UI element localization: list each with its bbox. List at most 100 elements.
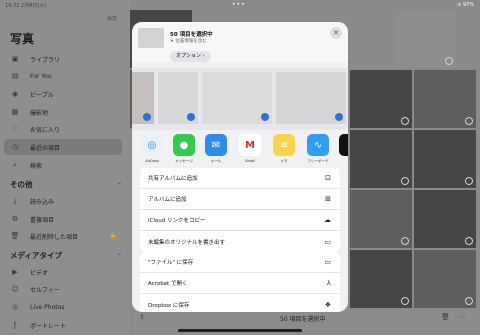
close-button[interactable]: ✕ xyxy=(330,27,342,39)
sidebar-item-imports[interactable]: ⤓ 読み込み xyxy=(4,193,122,209)
sidebar-item-library[interactable]: ▣ ライブラリ xyxy=(4,51,122,67)
action-add-shared-album[interactable]: 共有アルバムに追加 ⊡ xyxy=(140,168,340,189)
shared-album-icon: ⊡ xyxy=(325,174,331,182)
places-icon: ▦ xyxy=(11,108,19,116)
sidebar-item-live-photos[interactable]: ◎ Live Photos xyxy=(4,299,122,315)
action-copy-icloud-link[interactable]: iCloud リンクをコピー ☁ xyxy=(140,210,340,231)
home-indicator xyxy=(178,329,302,332)
gmail-icon: M xyxy=(239,134,261,156)
selection-check-icon xyxy=(465,177,473,185)
selection-check-icon xyxy=(465,297,473,305)
check-icon xyxy=(261,113,269,121)
share-icon[interactable]: ⇪ xyxy=(139,313,145,321)
share-sheet-subtitle: ➤ 位置情報を含む xyxy=(170,39,207,44)
notes-icon: ≡ xyxy=(273,134,295,156)
status-time: 14:32 2月8日(火) xyxy=(5,3,47,9)
trash-icon: 🗑 xyxy=(10,232,20,240)
acrobat-icon: ⅄ xyxy=(326,279,331,287)
live-photo-icon: ◎ xyxy=(11,303,19,311)
check-icon xyxy=(143,113,151,121)
share-app-partial[interactable]: ▮ N xyxy=(336,134,348,163)
selfie-icon: ☺ xyxy=(11,285,19,293)
for-you-icon: ▤ xyxy=(11,72,19,80)
action-add-album[interactable]: アルバムに追加 ⊞ xyxy=(140,189,340,210)
selection-check-icon xyxy=(401,297,409,305)
sidebar-item-recently-deleted[interactable]: 🗑 最近削除した項目 🔒 xyxy=(4,228,122,244)
share-sheet: 50 項目を選択中 ➤ 位置情報を含む オプション › ✕ ◎ AirDrop … xyxy=(132,22,348,312)
share-app-messages[interactable]: ● メッセージ xyxy=(170,134,198,164)
sidebar-item-recents[interactable]: ◷ 最近の項目 xyxy=(4,139,122,155)
dropbox-icon: ❖ xyxy=(324,300,331,309)
preview-photo xyxy=(132,72,154,124)
trash-icon[interactable]: 🗑 xyxy=(441,313,450,321)
video-icon: ▶ xyxy=(12,268,18,276)
sidebar-item-duplicates[interactable]: ⧉ 重複項目 xyxy=(4,211,122,227)
action-group-2: "ファイル" に保存 ▭ Acrobat で開く ⅄ Dropbox に保存 ❖ xyxy=(140,252,340,312)
action-group-1: 共有アルバムに追加 ⊡ アルバムに追加 ⊞ iCloud リンクをコピー ☁ 未… xyxy=(140,168,340,252)
location-icon: ➤ xyxy=(170,39,174,44)
options-button[interactable]: オプション › xyxy=(170,51,211,62)
preview-photo xyxy=(276,72,346,124)
section-media-types[interactable]: メディアタイプ ⌄ xyxy=(10,250,122,261)
sidebar-item-people[interactable]: ◉ ピープル xyxy=(4,86,122,102)
messages-icon: ● xyxy=(173,134,195,156)
photo-thumbnail[interactable] xyxy=(414,130,476,188)
sidebar-item-selfies[interactable]: ☺ セルフィー xyxy=(4,281,122,297)
selection-check-icon xyxy=(401,177,409,185)
selection-count: 50 項目を選択中 xyxy=(280,316,326,323)
photo-thumbnail[interactable] xyxy=(414,70,476,128)
files-folder-icon: ▭ xyxy=(324,258,331,266)
wifi-icon: ≋ xyxy=(457,2,462,8)
share-app-mail[interactable]: ✉ メール xyxy=(202,134,230,164)
share-app-notes[interactable]: ≡ メモ xyxy=(270,134,298,164)
photo-thumbnail[interactable] xyxy=(414,190,476,248)
people-icon: ◉ xyxy=(11,90,19,98)
search-icon: ⌕ xyxy=(13,160,17,169)
multitasking-dots-icon[interactable]: ••• xyxy=(232,1,246,8)
airdrop-icon: ◎ xyxy=(141,134,163,156)
photo-thumbnail[interactable] xyxy=(350,250,412,308)
sidebar-item-favorites[interactable]: ♡ お気に入り xyxy=(4,121,122,137)
mail-icon: ✉ xyxy=(205,134,227,156)
portrait-icon: ƒ xyxy=(13,321,17,329)
share-app-gmail[interactable]: M Gmail xyxy=(236,134,264,163)
action-save-to-dropbox[interactable]: Dropbox に保存 ❖ xyxy=(140,294,340,312)
icloud-link-icon: ☁ xyxy=(324,216,331,224)
selection-check-icon xyxy=(401,237,409,245)
freeform-icon: ∿ xyxy=(307,134,329,156)
sidebar-item-places[interactable]: ▦ 撮影地 xyxy=(4,104,122,120)
share-app-freeform[interactable]: ∿ フリーボード xyxy=(304,134,332,164)
action-open-in-acrobat[interactable]: Acrobat で開く ⅄ xyxy=(140,273,340,294)
selection-thumbnail xyxy=(138,28,164,48)
photo-thumbnail[interactable] xyxy=(350,190,412,248)
sidebar-title: 写真 xyxy=(10,32,35,46)
check-icon xyxy=(187,113,195,121)
sidebar-item-videos[interactable]: ▶ ビデオ xyxy=(4,264,122,280)
action-save-to-files[interactable]: "ファイル" に保存 ▭ xyxy=(140,252,340,273)
chevron-down-icon: ⌄ xyxy=(116,179,122,186)
recents-icon: ◷ xyxy=(11,143,19,151)
photo-thumbnail[interactable] xyxy=(414,250,476,308)
selection-check-icon xyxy=(445,57,453,65)
photo-thumbnail[interactable] xyxy=(350,130,412,188)
share-sheet-title: 50 項目を選択中 xyxy=(170,32,213,38)
sidebar-item-for-you[interactable]: ▤ For You xyxy=(4,68,122,84)
import-icon: ⤓ xyxy=(13,196,17,205)
action-export-unmodified[interactable]: 未編集のオリジナルを書き出す ▭ xyxy=(140,231,340,252)
photo-thumbnail[interactable] xyxy=(394,10,456,68)
more-icon[interactable]: ⋯ xyxy=(459,313,466,321)
sidebar-item-portrait[interactable]: ƒ ポートレート xyxy=(4,317,122,333)
add-album-icon: ⊞ xyxy=(325,195,331,203)
edit-button[interactable]: 編集 xyxy=(107,15,117,22)
share-app-airdrop[interactable]: ◎ AirDrop xyxy=(138,134,166,163)
folder-icon: ▭ xyxy=(324,237,331,246)
library-icon: ▣ xyxy=(11,55,19,63)
section-other[interactable]: その他 ⌄ xyxy=(10,179,122,190)
selection-check-icon xyxy=(401,117,409,125)
photo-thumbnail[interactable] xyxy=(350,70,412,128)
selection-check-icon xyxy=(465,117,473,125)
preview-strip[interactable] xyxy=(132,68,348,130)
lock-icon: 🔒 xyxy=(109,232,117,240)
chevron-down-icon: ⌄ xyxy=(116,250,122,257)
sidebar-item-search[interactable]: ⌕ 検索 xyxy=(4,157,122,173)
